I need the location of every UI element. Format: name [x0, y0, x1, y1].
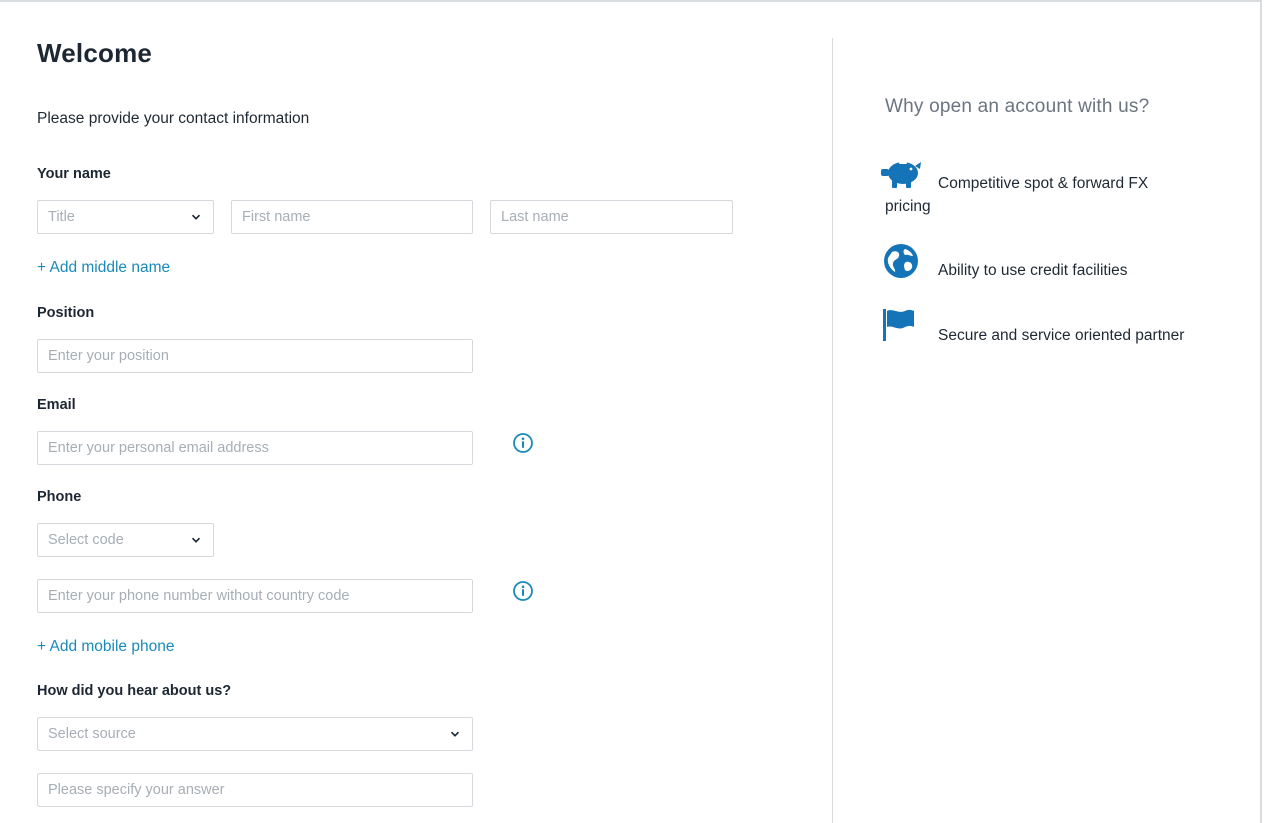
add-middle-name-link[interactable]: + Add middle name: [37, 259, 170, 277]
position-placeholder: Enter your position: [48, 348, 169, 364]
email-placeholder: Enter your personal email address: [48, 440, 269, 456]
piggy-bank-icon: [881, 162, 921, 188]
benefit-item: Ability to use credit facilities: [884, 244, 1185, 282]
benefit-text: Secure and service oriented partner: [938, 327, 1185, 344]
email-info-icon[interactable]: [512, 432, 534, 454]
aside-title: Why open an account with us?: [885, 96, 1150, 117]
source-select[interactable]: Select source: [37, 717, 473, 751]
last-name-input[interactable]: Last name: [490, 200, 733, 234]
source-select-value: Select source: [48, 726, 136, 742]
column-divider: [832, 38, 833, 823]
chevron-down-icon: [191, 214, 201, 220]
chevron-down-icon: [450, 731, 460, 737]
title-select-value: Title: [48, 209, 75, 225]
source-label: How did you hear about us?: [37, 683, 232, 699]
benefit-text: Competitive spot & forward FX pricing: [885, 175, 1149, 215]
position-input[interactable]: Enter your position: [37, 339, 473, 373]
globe-icon: [884, 244, 918, 278]
email-label: Email: [37, 397, 76, 413]
benefit-item: Competitive spot & forward FX pricing: [881, 162, 1185, 218]
name-label: Your name: [37, 166, 111, 182]
position-label: Position: [37, 305, 95, 321]
last-name-placeholder: Last name: [501, 209, 569, 225]
phone-number-placeholder: Enter your phone number without country …: [48, 588, 350, 604]
first-name-placeholder: First name: [242, 209, 311, 225]
benefit-text: Ability to use credit facilities: [938, 262, 1128, 279]
phone-info-icon[interactable]: [512, 580, 534, 602]
add-mobile-phone-link[interactable]: + Add mobile phone: [37, 638, 174, 656]
flag-icon: [883, 309, 914, 341]
source-answer-input[interactable]: Please specify your answer: [37, 773, 473, 807]
page-subtitle: Please provide your contact information: [37, 110, 310, 127]
phone-number-input[interactable]: Enter your phone number without country …: [37, 579, 473, 613]
page-title: Welcome: [37, 38, 153, 68]
first-name-input[interactable]: First name: [231, 200, 473, 234]
phone-code-select[interactable]: Select code: [37, 523, 214, 557]
email-input[interactable]: Enter your personal email address: [37, 431, 473, 465]
chevron-down-icon: [191, 537, 201, 543]
title-select[interactable]: Title: [37, 200, 214, 234]
source-answer-placeholder: Please specify your answer: [48, 782, 225, 798]
benefit-item: Secure and service oriented partner: [883, 309, 1185, 347]
phone-label: Phone: [37, 489, 82, 505]
phone-code-value: Select code: [48, 532, 124, 548]
